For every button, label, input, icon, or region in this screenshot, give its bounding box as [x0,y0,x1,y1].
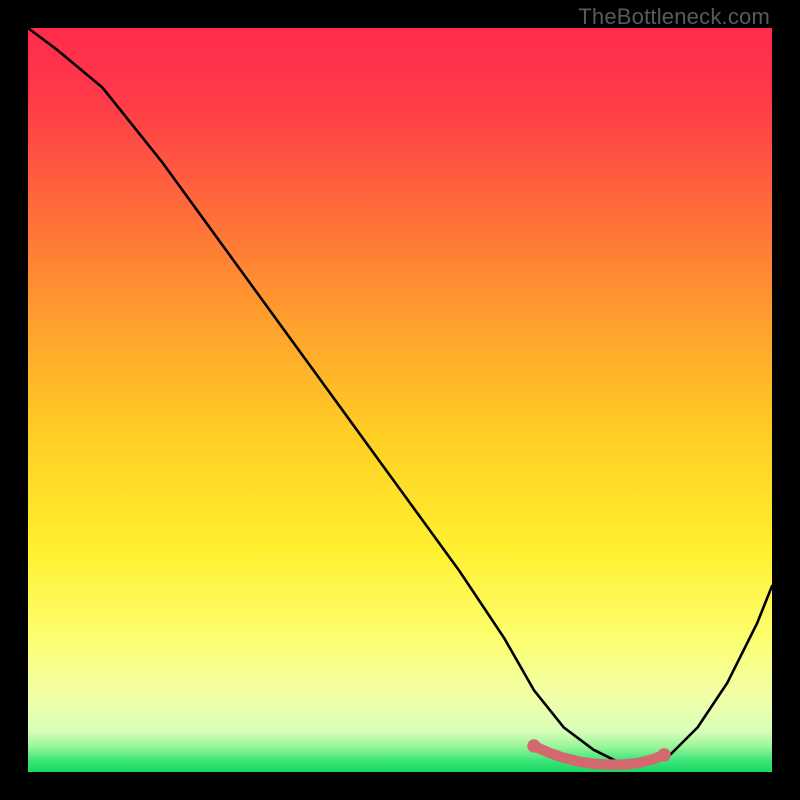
chart-svg [28,28,772,772]
optimal-range-highlight [534,746,664,765]
chart-frame: TheBottleneck.com [0,0,800,800]
watermark-text: TheBottleneck.com [578,4,770,30]
plot-area [28,28,772,772]
bottleneck-curve [28,28,772,765]
highlight-dot [657,748,670,761]
highlight-dot [527,739,540,752]
